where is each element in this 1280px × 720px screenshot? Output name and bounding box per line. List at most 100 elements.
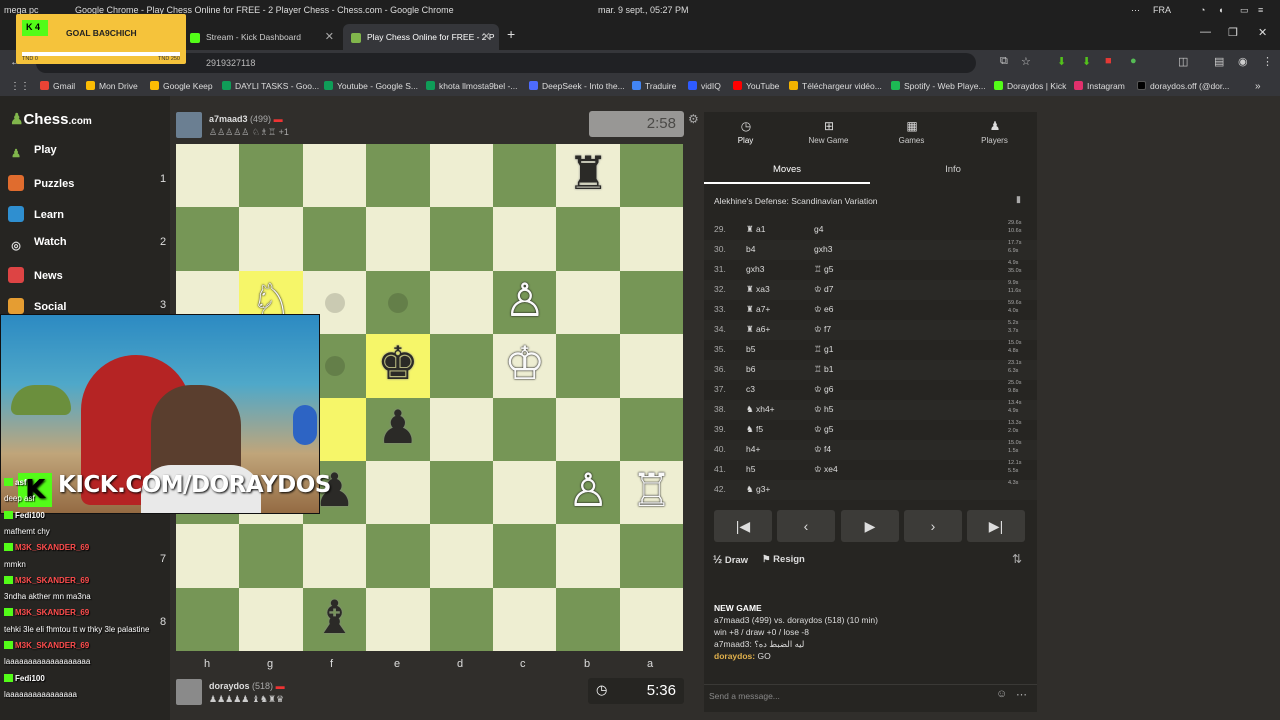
board-square[interactable] bbox=[429, 587, 493, 652]
bookmark-khota[interactable]: khota llmosta9bel -... bbox=[426, 81, 517, 91]
board-square[interactable] bbox=[556, 397, 620, 461]
board-square[interactable] bbox=[239, 524, 303, 588]
previous-move-button[interactable]: ‹ bbox=[777, 510, 835, 542]
move-row[interactable]: 37. c3 ♔ g6 25.0s 9.8s bbox=[704, 380, 1037, 400]
black-move-time[interactable]: 10.6s bbox=[1008, 228, 1021, 234]
first-move-button[interactable]: |◀ bbox=[714, 510, 772, 542]
opponent-name[interactable]: a7maad3 (499) ▬ bbox=[209, 114, 283, 124]
white-move-time[interactable]: 15.0s bbox=[1008, 340, 1021, 346]
bookmark-instagram[interactable]: Instagram bbox=[1074, 81, 1125, 91]
download-icon[interactable]: ⬇ bbox=[1057, 55, 1066, 68]
board-square[interactable] bbox=[366, 207, 430, 271]
board-square[interactable] bbox=[619, 587, 684, 652]
extensions-puzzle-icon[interactable]: ◫ bbox=[1178, 55, 1188, 68]
white-move[interactable]: ♜ a6+ bbox=[746, 324, 770, 335]
play-button[interactable]: ▶ bbox=[841, 510, 899, 542]
close-icon[interactable]: ✕ bbox=[482, 30, 491, 43]
board-square[interactable] bbox=[176, 144, 240, 208]
move-row[interactable]: 39. ♞ f5 ♔ g5 13.3s 2.0s bbox=[704, 420, 1037, 440]
board-square[interactable] bbox=[429, 397, 493, 461]
black-move[interactable]: ♔ f7 bbox=[814, 324, 831, 335]
sidebar-item-watch[interactable]: ◎ Watch bbox=[8, 236, 66, 258]
legal-move-dot[interactable] bbox=[324, 356, 345, 377]
white-move[interactable]: ♞ g3+ bbox=[746, 484, 770, 495]
tab-new-game[interactable]: ⊞ New Game bbox=[787, 112, 870, 154]
menu-icon[interactable]: ≡ bbox=[1258, 5, 1263, 15]
white-move[interactable]: b4 bbox=[746, 244, 755, 254]
white-move[interactable]: ♜ a7+ bbox=[746, 304, 770, 315]
settings-gear-icon[interactable]: ⚙ bbox=[688, 112, 699, 126]
bookmark-spotify[interactable]: Spotify - Web Playe... bbox=[891, 81, 986, 91]
black-move[interactable]: ♔ e6 bbox=[814, 304, 833, 315]
black-move[interactable]: ♔ d7 bbox=[814, 284, 833, 295]
white-move-time[interactable]: 13.4s bbox=[1008, 400, 1021, 406]
more-bookmarks-icon[interactable]: » bbox=[1255, 81, 1261, 92]
bookmark-kick[interactable]: Doraydos | Kick bbox=[994, 81, 1066, 91]
bookmark-keep[interactable]: Google Keep bbox=[150, 81, 213, 91]
black-move[interactable]: ♔ xe4 bbox=[814, 464, 838, 475]
tab-moves[interactable]: Moves bbox=[704, 156, 870, 184]
black-move-time[interactable]: 4.9s bbox=[1008, 408, 1018, 414]
black-move-time[interactable]: 4.0s bbox=[1008, 308, 1018, 314]
board-square[interactable] bbox=[429, 207, 493, 271]
board-square[interactable] bbox=[176, 524, 240, 588]
move-row[interactable]: 33. ♜ a7+ ♔ e6 59.6s 4.0s bbox=[704, 300, 1037, 320]
player-avatar[interactable] bbox=[176, 679, 202, 705]
white-move[interactable]: c3 bbox=[746, 384, 755, 394]
next-move-button[interactable]: › bbox=[904, 510, 962, 542]
tab-chess[interactable]: Play Chess Online for FREE - 2 P ✕ bbox=[343, 24, 499, 50]
board-square[interactable] bbox=[429, 524, 493, 588]
board-square[interactable] bbox=[366, 524, 430, 588]
white-pawn-icon[interactable]: ♙ bbox=[493, 269, 556, 332]
black-bishop-icon[interactable]: ♝ bbox=[303, 586, 366, 649]
tab-players[interactable]: ♟ Players bbox=[953, 112, 1036, 154]
move-row[interactable]: 29. ♜ a1 g4 29.6s 10.6s bbox=[704, 220, 1037, 240]
close-icon[interactable]: ✕ bbox=[325, 30, 334, 43]
flip-board-icon[interactable]: ⇅ bbox=[1012, 552, 1022, 566]
board-square[interactable] bbox=[239, 207, 303, 271]
board-square[interactable] bbox=[556, 270, 620, 335]
board-square[interactable] bbox=[239, 144, 303, 208]
board-square[interactable] bbox=[493, 207, 557, 271]
board-square[interactable] bbox=[619, 144, 684, 208]
board-square[interactable] bbox=[493, 587, 557, 652]
apps-grid-icon[interactable]: ⋮⋮ bbox=[10, 81, 30, 92]
board-square[interactable] bbox=[493, 397, 557, 461]
board-square[interactable] bbox=[619, 524, 684, 588]
tab-info[interactable]: Info bbox=[870, 156, 1036, 184]
bookmark-vidiq[interactable]: vidIQ bbox=[688, 81, 721, 91]
white-rook-icon[interactable]: ♖ bbox=[620, 459, 683, 522]
white-move[interactable]: b5 bbox=[746, 344, 755, 354]
close-window-button[interactable]: ✕ bbox=[1258, 26, 1267, 39]
board-square[interactable] bbox=[239, 587, 303, 652]
white-move-time[interactable]: 17.7s bbox=[1008, 240, 1021, 246]
resign-button[interactable]: ⚑ Resign bbox=[762, 554, 805, 565]
move-row[interactable]: 31. gxh3 ♖ g5 4.9s 35.0s bbox=[704, 260, 1037, 280]
star-icon[interactable]: ☆ bbox=[1021, 55, 1031, 68]
legal-move-dot[interactable] bbox=[388, 292, 409, 313]
board-square[interactable] bbox=[556, 524, 620, 588]
move-row[interactable]: 36. b6 ♖ b1 23.1s 6.3s bbox=[704, 360, 1037, 380]
board-square[interactable] bbox=[176, 587, 240, 652]
profile-icon[interactable]: ◉ bbox=[1238, 55, 1248, 68]
black-move-time[interactable]: 4.8s bbox=[1008, 348, 1018, 354]
white-move[interactable]: h4+ bbox=[746, 444, 760, 454]
board-square[interactable] bbox=[493, 144, 557, 208]
black-pawn-icon[interactable]: ♟ bbox=[366, 396, 429, 459]
black-move[interactable]: ♔ g6 bbox=[814, 384, 833, 395]
more-options-icon[interactable]: ⋯ bbox=[1016, 688, 1027, 701]
tab-kick-dashboard[interactable]: Stream - Kick Dashboard ✕ bbox=[182, 24, 342, 50]
white-move[interactable]: ♜ a1 bbox=[746, 224, 765, 235]
board-square[interactable] bbox=[556, 587, 620, 652]
board-square[interactable] bbox=[302, 144, 367, 208]
emoji-icon[interactable]: ☺ bbox=[996, 688, 1007, 700]
black-king-icon[interactable]: ♚ bbox=[366, 332, 429, 395]
black-move[interactable]: ♖ g1 bbox=[814, 344, 833, 355]
black-move[interactable]: g4 bbox=[814, 224, 823, 234]
trash-icon[interactable]: ▮ bbox=[1016, 194, 1021, 205]
sidepanel-icon[interactable]: ▤ bbox=[1214, 55, 1224, 68]
tab-games[interactable]: ▦ Games bbox=[870, 112, 953, 154]
white-move-time[interactable]: 59.6s bbox=[1008, 300, 1021, 306]
board-square[interactable] bbox=[366, 144, 430, 208]
new-tab-button[interactable]: + bbox=[507, 26, 515, 42]
